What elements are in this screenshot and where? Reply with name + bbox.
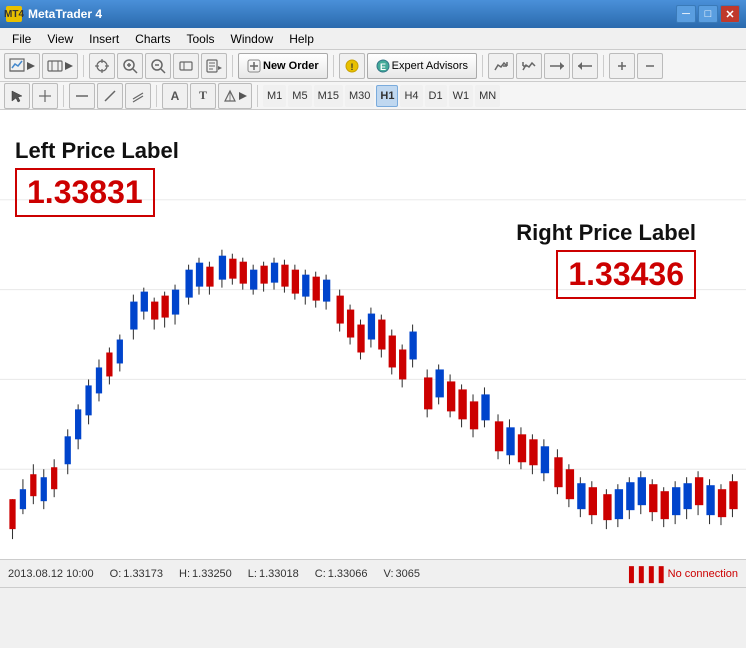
status-bar: 2013.08.12 10:00 O: 1.33173 H: 1.33250 L… [0, 559, 746, 587]
menu-insert[interactable]: Insert [81, 30, 127, 48]
low-label: L: [248, 568, 257, 580]
history-button[interactable] [488, 53, 514, 79]
menu-tools[interactable]: Tools [179, 30, 223, 48]
tf-m5[interactable]: M5 [288, 85, 311, 107]
toolbar-drawing: A T M1 M5 M15 M30 H1 H4 D1 W1 MN [0, 82, 746, 110]
connection-text: No connection [668, 568, 738, 580]
properties-button[interactable] [201, 53, 227, 79]
separator2 [232, 55, 233, 77]
volume-value: 3065 [396, 568, 420, 580]
title-text: MetaTrader 4 [28, 7, 102, 21]
status-open: O: 1.33173 [110, 568, 163, 580]
tf-h4[interactable]: H4 [400, 85, 422, 107]
sep-draw [63, 85, 64, 107]
tf-mn[interactable]: MN [475, 85, 500, 107]
left-price-label: Left Price Label 1.33831 [15, 138, 179, 217]
sep-draw2 [156, 85, 157, 107]
toolbar-main: New Order ! E Expert Advisors [0, 50, 746, 82]
left-price-title: Left Price Label [15, 138, 179, 164]
right-price-box: 1.33436 [556, 250, 696, 299]
app-icon: MT4 [6, 6, 22, 22]
tf-w1[interactable]: W1 [449, 85, 474, 107]
profile-button[interactable] [42, 53, 78, 79]
zoomin3-button[interactable] [609, 53, 635, 79]
low-value: 1.33018 [259, 568, 299, 580]
tf-m15[interactable]: M15 [314, 85, 343, 107]
zoom-out-button[interactable] [145, 53, 171, 79]
label-tool[interactable]: T [190, 83, 216, 109]
chart-area[interactable]: Left Price Label 1.33831 Right Price Lab… [0, 110, 746, 588]
expert-advisors-label: Expert Advisors [392, 60, 468, 72]
zoom-in-button[interactable] [117, 53, 143, 79]
crosshair-button[interactable] [89, 53, 115, 79]
separator4 [482, 55, 483, 77]
crosshair-tool[interactable] [32, 83, 58, 109]
open-value: 1.33173 [123, 568, 163, 580]
close-label: C: [315, 568, 326, 580]
menu-view[interactable]: View [39, 30, 81, 48]
zoom-button[interactable] [544, 53, 570, 79]
tf-h1[interactable]: H1 [376, 85, 398, 107]
new-chart-button[interactable] [4, 53, 40, 79]
status-high: H: 1.33250 [179, 568, 232, 580]
sep-tf [257, 85, 258, 107]
hline-tool[interactable] [69, 83, 95, 109]
close-button[interactable]: ✕ [720, 5, 740, 23]
tf-m1[interactable]: M1 [263, 85, 286, 107]
status-volume: V: 3065 [384, 568, 420, 580]
menu-file[interactable]: File [4, 30, 39, 48]
separator3 [333, 55, 334, 77]
maximize-button[interactable]: □ [698, 5, 718, 23]
menu-charts[interactable]: Charts [127, 30, 178, 48]
right-price-label: Right Price Label 1.33436 [516, 220, 696, 299]
svg-text:!: ! [350, 62, 353, 72]
trendline-tool[interactable] [97, 83, 123, 109]
gann-tool[interactable] [218, 83, 252, 109]
zoom-in2-button[interactable] [173, 53, 199, 79]
left-price-value: 1.33831 [27, 174, 143, 210]
title-bar: MT4 MetaTrader 4 ─ □ ✕ [0, 0, 746, 28]
left-price-box: 1.33831 [15, 168, 155, 217]
separator [83, 55, 84, 77]
select-tool[interactable] [4, 83, 30, 109]
close-value: 1.33066 [328, 568, 368, 580]
open-label: O: [110, 568, 122, 580]
menu-window[interactable]: Window [223, 30, 282, 48]
status-datetime: 2013.08.12 10:00 [8, 568, 94, 580]
connection-status: ▐▐▐▐ No connection [624, 566, 738, 582]
minimize-button[interactable]: ─ [676, 5, 696, 23]
channel-tool[interactable] [125, 83, 151, 109]
window-controls[interactable]: ─ □ ✕ [676, 5, 740, 23]
high-label: H: [179, 568, 190, 580]
zoom2-button[interactable] [572, 53, 598, 79]
expert-advisors-button[interactable]: E Expert Advisors [367, 53, 477, 79]
svg-text:E: E [380, 62, 386, 72]
zoomout3-button[interactable] [637, 53, 663, 79]
new-order-button[interactable]: New Order [238, 53, 328, 79]
right-price-title: Right Price Label [516, 220, 696, 246]
new-order-label: New Order [263, 60, 319, 72]
status-close: C: 1.33066 [315, 568, 368, 580]
menu-bar: File View Insert Charts Tools Window Hel… [0, 28, 746, 50]
right-price-value: 1.33436 [568, 256, 684, 292]
objects-button[interactable] [516, 53, 542, 79]
separator5 [603, 55, 604, 77]
status-low: L: 1.33018 [248, 568, 299, 580]
indicator-button[interactable]: ! [339, 53, 365, 79]
high-value: 1.33250 [192, 568, 232, 580]
signal-icon: ▐▐▐▐ [624, 566, 664, 582]
tf-d1[interactable]: D1 [425, 85, 447, 107]
menu-help[interactable]: Help [281, 30, 322, 48]
volume-label: V: [384, 568, 394, 580]
tf-m30[interactable]: M30 [345, 85, 374, 107]
text-tool[interactable]: A [162, 83, 188, 109]
